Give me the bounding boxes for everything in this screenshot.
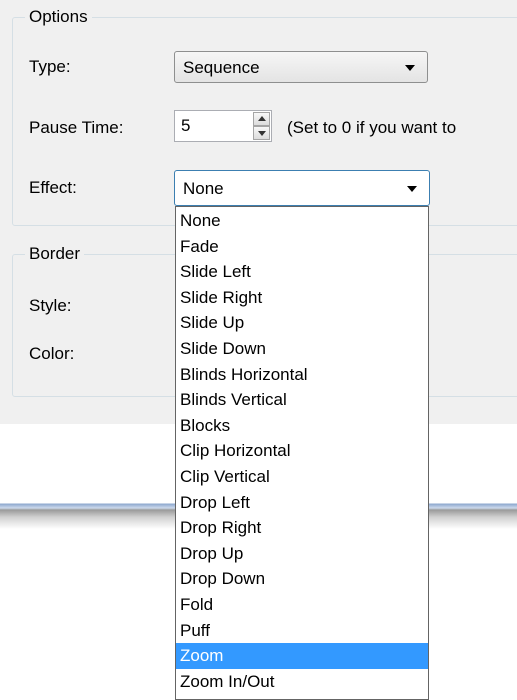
dropdown-option[interactable]: Fade [176, 234, 428, 260]
dropdown-option[interactable]: None [176, 208, 428, 234]
spin-down-button[interactable] [253, 126, 270, 140]
dropdown-option[interactable]: Puff [176, 618, 428, 644]
effect-dropdown-list[interactable]: None Fade Slide Left Slide Right Slide Up Sli… [175, 206, 429, 700]
dropdown-option[interactable]: Zoom In/Out [176, 669, 428, 695]
dropdown-option[interactable]: Drop Up [176, 541, 428, 567]
dropdown-option[interactable]: Blinds Horizontal [176, 362, 428, 388]
type-select[interactable]: Sequence [174, 51, 428, 83]
pause-time-label: Pause Time: [29, 118, 124, 137]
dropdown-option[interactable]: Drop Down [176, 566, 428, 592]
dropdown-option[interactable]: Clip Horizontal [176, 438, 428, 464]
color-label: Color: [29, 344, 75, 363]
style-label: Style: [29, 296, 72, 315]
dropdown-option[interactable]: Drop Right [176, 515, 428, 541]
spin-up-button[interactable] [253, 112, 270, 126]
pause-time-stepper[interactable]: 5 [174, 110, 272, 142]
pause-time-hint: (Set to 0 if you want to [287, 118, 457, 137]
dropdown-option[interactable]: Slide Down [176, 336, 428, 362]
chevron-down-icon [405, 65, 415, 71]
dropdown-option[interactable]: Slide Right [176, 285, 428, 311]
dropdown-option[interactable]: Slide Left [176, 259, 428, 285]
arrow-up-icon [258, 116, 266, 121]
dropdown-option[interactable]: Clip Vertical [176, 464, 428, 490]
pause-time-value: 5 [181, 116, 191, 135]
type-label: Type: [29, 57, 71, 76]
options-group-title: Options [25, 8, 92, 26]
effect-label: Effect: [29, 178, 77, 197]
arrow-down-icon [258, 131, 266, 136]
effect-select[interactable]: None [174, 170, 430, 206]
dropdown-option[interactable]: Drop Left [176, 490, 428, 516]
effect-select-value: None [183, 179, 224, 198]
dropdown-option[interactable]: Zoom [176, 643, 428, 669]
dropdown-option[interactable]: Blinds Vertical [176, 387, 428, 413]
dropdown-option[interactable]: Fold [176, 592, 428, 618]
chevron-down-icon [407, 186, 417, 192]
border-group-title: Border [25, 245, 85, 263]
type-select-value: Sequence [183, 58, 260, 77]
dropdown-option[interactable]: Blocks [176, 413, 428, 439]
dropdown-option[interactable]: Slide Up [176, 310, 428, 336]
